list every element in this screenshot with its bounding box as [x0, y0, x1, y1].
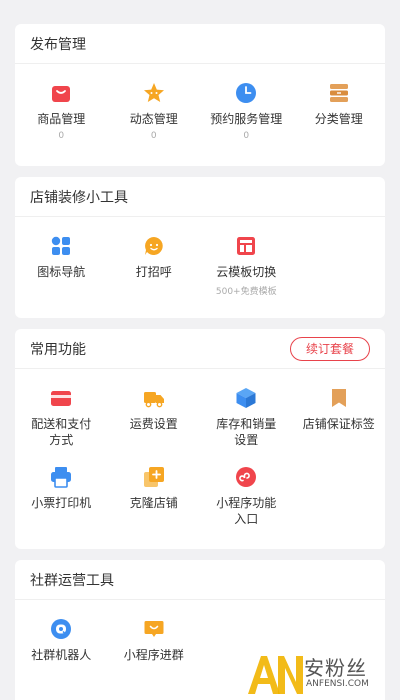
clock-icon	[235, 82, 257, 104]
item-label: 小票打印机	[31, 496, 92, 510]
item-count: 0	[243, 131, 250, 141]
card-icon	[50, 387, 72, 409]
truck-icon	[143, 387, 165, 409]
clone-icon	[143, 466, 165, 488]
item-count: 0	[58, 131, 65, 141]
watermark-text-cn: 安粉丝	[304, 656, 367, 680]
item-count: 0	[150, 131, 157, 141]
item-label: 社群机器人	[31, 648, 92, 662]
item-label: 云模板切换	[216, 265, 277, 279]
card-header: 社群运营工具	[15, 560, 385, 600]
item-receipt-printer[interactable]: 小票打印机	[15, 466, 108, 527]
item-label: 分类管理	[314, 112, 363, 126]
smile-chat-icon	[143, 235, 165, 257]
grid-nav-icon	[50, 235, 72, 257]
item-label: 克隆店铺	[129, 496, 178, 510]
watermark-text-en: ANFENSI.COM	[306, 679, 369, 689]
item-mini-program-join-group[interactable]: 小程序进群	[108, 618, 201, 663]
item-label: 商品管理	[37, 112, 86, 126]
group-chat-icon	[143, 618, 165, 640]
card-header: 常用功能 续订套餐	[15, 329, 385, 369]
section-title: 发布管理	[30, 36, 86, 53]
item-delivery-payment[interactable]: 配送和支付 方式	[15, 387, 108, 448]
item-label: 配送和支付 方式	[31, 417, 92, 447]
item-label: 小程序进群	[123, 648, 184, 662]
section-title: 店铺装修小工具	[30, 189, 128, 206]
bookmark-icon	[328, 387, 350, 409]
card-store-decoration-tools: 店铺装修小工具 图标导航 打招呼 云模板切换 500+免费模板	[15, 177, 385, 318]
shopping-bag-icon	[50, 82, 72, 104]
item-label: 打招呼	[135, 265, 172, 279]
section-title: 社群运营工具	[30, 572, 114, 589]
item-label: 店铺保证标签	[302, 417, 375, 431]
item-category-management[interactable]: 分类管理	[293, 82, 386, 141]
item-sub: 500+免费模板	[215, 287, 277, 297]
card-header: 店铺装修小工具	[15, 177, 385, 217]
item-inventory-sales[interactable]: 库存和销量 设置	[200, 387, 293, 448]
item-store-guarantee-tags[interactable]: 店铺保证标签	[293, 387, 386, 448]
item-mini-program-entry[interactable]: 小程序功能 入口	[200, 466, 293, 527]
renew-package-button[interactable]: 续订套餐	[290, 336, 370, 361]
item-label: 动态管理	[129, 112, 178, 126]
item-clone-store[interactable]: 克隆店铺	[108, 466, 201, 527]
item-community-robot[interactable]: 社群机器人	[15, 618, 108, 663]
robot-chat-icon	[50, 618, 72, 640]
item-label: 小程序功能 入口	[216, 496, 277, 526]
cabinet-icon	[328, 82, 350, 104]
star-badge-icon	[143, 82, 165, 104]
an-logo-icon	[248, 656, 303, 694]
watermark-logo: 安粉丝 ANFENSI.COM	[246, 652, 396, 696]
item-label: 预约服务管理	[210, 112, 283, 126]
card-header: 发布管理	[15, 24, 385, 64]
item-shipping-settings[interactable]: 运费设置	[108, 387, 201, 448]
box-icon	[235, 387, 257, 409]
card-publish-management: 发布管理 商品管理 0 动态管理 0 预约服务管理 0 分类管理	[15, 24, 385, 166]
template-icon	[235, 235, 257, 257]
item-cloud-template-switch[interactable]: 云模板切换 500+免费模板	[200, 235, 293, 297]
item-label: 图标导航	[37, 265, 86, 279]
item-greeting[interactable]: 打招呼	[108, 235, 201, 297]
item-icon-navigation[interactable]: 图标导航	[15, 235, 108, 297]
item-label: 库存和销量 设置	[216, 417, 277, 447]
section-title: 常用功能	[30, 341, 86, 358]
item-label: 运费设置	[129, 417, 178, 431]
item-feed-management[interactable]: 动态管理 0	[108, 82, 201, 141]
mini-program-icon	[235, 466, 257, 488]
item-product-management[interactable]: 商品管理 0	[15, 82, 108, 141]
card-common-functions: 常用功能 续订套餐 配送和支付 方式 运费设置 库存和销量 设置 店铺保证标签	[15, 329, 385, 549]
printer-icon	[50, 466, 72, 488]
item-booking-management[interactable]: 预约服务管理 0	[200, 82, 293, 141]
